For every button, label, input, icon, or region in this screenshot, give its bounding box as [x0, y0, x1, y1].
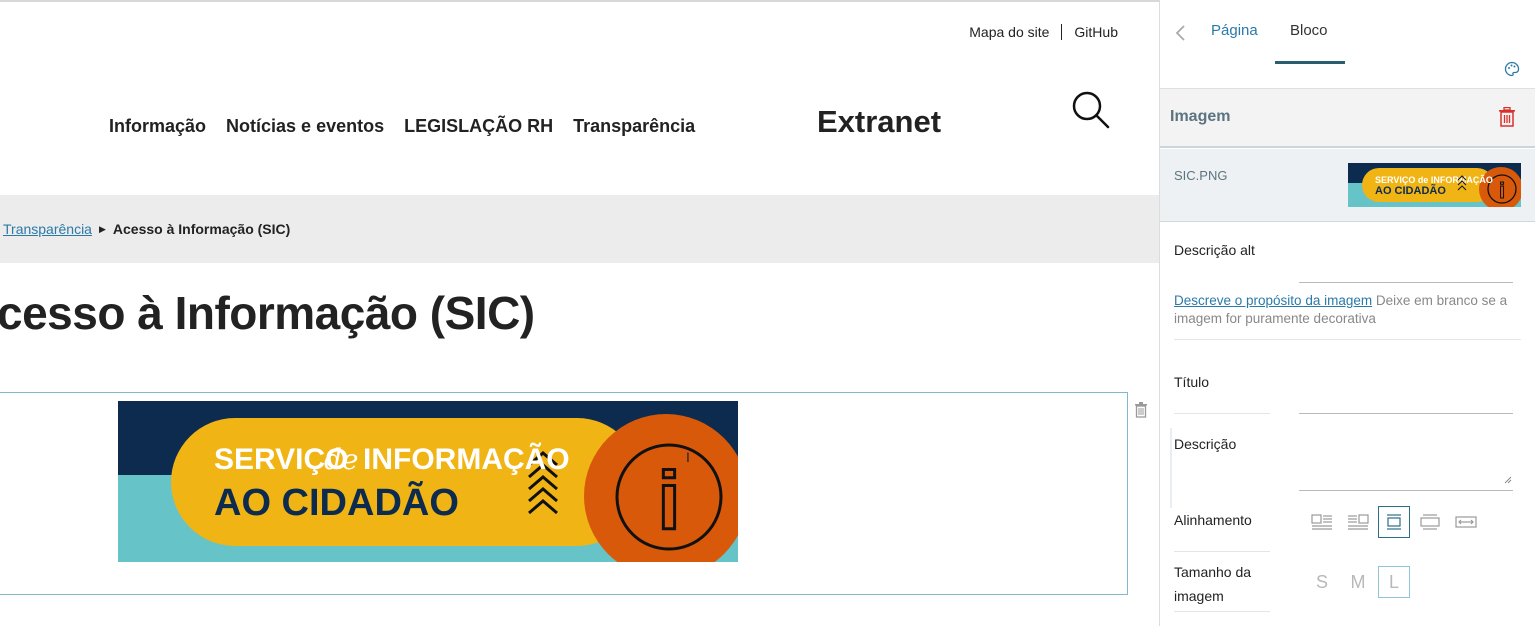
field-focus-bar [1170, 428, 1172, 508]
alt-help: Descreve o propósito da imagem Deixe em … [1174, 292, 1519, 328]
title-input[interactable] [1299, 413, 1513, 414]
breadcrumb-arrow-icon: ▶ [98, 223, 106, 234]
chevron-left-icon[interactable] [1174, 24, 1186, 47]
search-icon[interactable] [1071, 90, 1111, 135]
extranet-link[interactable]: Extranet [817, 104, 941, 140]
file-name: SIC.PNG [1174, 168, 1228, 183]
top-links-separator [1061, 24, 1063, 40]
divider [1174, 551, 1270, 552]
section-title: Imagem [1170, 108, 1231, 125]
banner-line1-de: de [324, 443, 359, 476]
sic-banner-image[interactable]: i SERVIÇO de INFORMAÇÃO AO CIDADÃO [118, 401, 738, 562]
tab-pagina[interactable]: Página [1211, 22, 1258, 39]
breadcrumb: Transparência ▶ Acesso à Informação (SIC… [0, 195, 1159, 263]
nav-item-noticias[interactable]: Notícias e eventos [226, 116, 384, 137]
align-full-icon [1455, 516, 1477, 528]
breadcrumb-link-transparencia[interactable]: Transparência [3, 221, 92, 237]
image-section-header: Imagem [1160, 88, 1535, 148]
description-label: Descrição [1174, 436, 1237, 452]
align-wide-icon [1420, 514, 1440, 530]
palette-icon[interactable] [1504, 61, 1520, 82]
alt-input[interactable] [1299, 282, 1513, 283]
description-textarea[interactable] [1299, 428, 1513, 491]
divider [1174, 413, 1270, 414]
page-title[interactable]: cesso à Informação (SIC) [0, 286, 535, 340]
nav-item-legislacao[interactable]: LEGISLAÇÃO RH [404, 116, 553, 137]
align-center-icon [1387, 514, 1401, 530]
thumb-line2: AO CIDADÃO [1375, 184, 1446, 197]
resize-handle-icon[interactable] [1504, 471, 1512, 489]
nav-item-informacao[interactable]: Informação [109, 116, 206, 137]
align-wide-button[interactable] [1414, 506, 1446, 538]
divider [1174, 339, 1521, 340]
main-nav: Informação Notícias e eventos LEGISLAÇÃO… [109, 116, 695, 137]
banner-line2: AO CIDADÃO [214, 480, 459, 524]
size-m-button[interactable]: M [1342, 566, 1374, 598]
top-links: Mapa do site GitHub [969, 24, 1118, 40]
breadcrumb-current: Acesso à Informação (SIC) [112, 221, 291, 237]
nav-item-transparencia[interactable]: Transparência [573, 116, 695, 137]
size-label: Tamanho da imagem [1174, 560, 1251, 608]
tab-active-indicator [1275, 61, 1345, 64]
thumb-line1: SERVIÇO de INFORMAÇÃO [1375, 175, 1493, 185]
sidebar: Página Bloco Imagem SIC.PNG i SERVIÇO de… [1159, 0, 1535, 626]
text-cursor-icon: I [686, 449, 690, 465]
banner-line1-b: INFORMAÇÃO [363, 442, 570, 476]
trash-icon[interactable] [1498, 106, 1516, 132]
sidebar-tabs: Página Bloco [1160, 0, 1535, 64]
align-center-button[interactable] [1378, 506, 1410, 538]
thumb-info-glyph: i [1499, 178, 1505, 203]
title-label: Título [1174, 374, 1210, 390]
alt-label: Descrição alt [1174, 242, 1255, 258]
alt-help-link[interactable]: Descreve o propósito da imagem [1174, 293, 1372, 308]
page-editor-area: Mapa do site GitHub Informação Notícias … [0, 0, 1159, 626]
align-full-button[interactable] [1450, 506, 1482, 538]
block-trash-icon[interactable] [1134, 402, 1148, 423]
size-s-button[interactable]: S [1306, 566, 1338, 598]
size-label-line2: imagem [1174, 588, 1224, 604]
size-label-line1: Tamanho da [1174, 564, 1252, 580]
align-right-icon [1348, 514, 1369, 530]
align-left-icon [1311, 514, 1332, 530]
image-thumbnail[interactable]: i SERVIÇO de INFORMAÇÃO AO CIDADÃO [1348, 163, 1521, 207]
alignment-label: Alinhamento [1174, 512, 1252, 528]
sitemap-link[interactable]: Mapa do site [969, 24, 1049, 40]
align-left-button[interactable] [1306, 506, 1338, 538]
info-glyph: i [658, 456, 681, 547]
size-l-button[interactable]: L [1378, 566, 1410, 598]
github-link[interactable]: GitHub [1074, 24, 1118, 40]
size-buttons: S M L [1306, 566, 1410, 598]
image-file-row: SIC.PNG i SERVIÇO de INFORMAÇÃO AO CIDAD… [1160, 149, 1535, 222]
tab-bloco[interactable]: Bloco [1290, 22, 1328, 39]
divider [1174, 611, 1270, 612]
alignment-buttons [1306, 506, 1482, 538]
align-right-button[interactable] [1342, 506, 1374, 538]
